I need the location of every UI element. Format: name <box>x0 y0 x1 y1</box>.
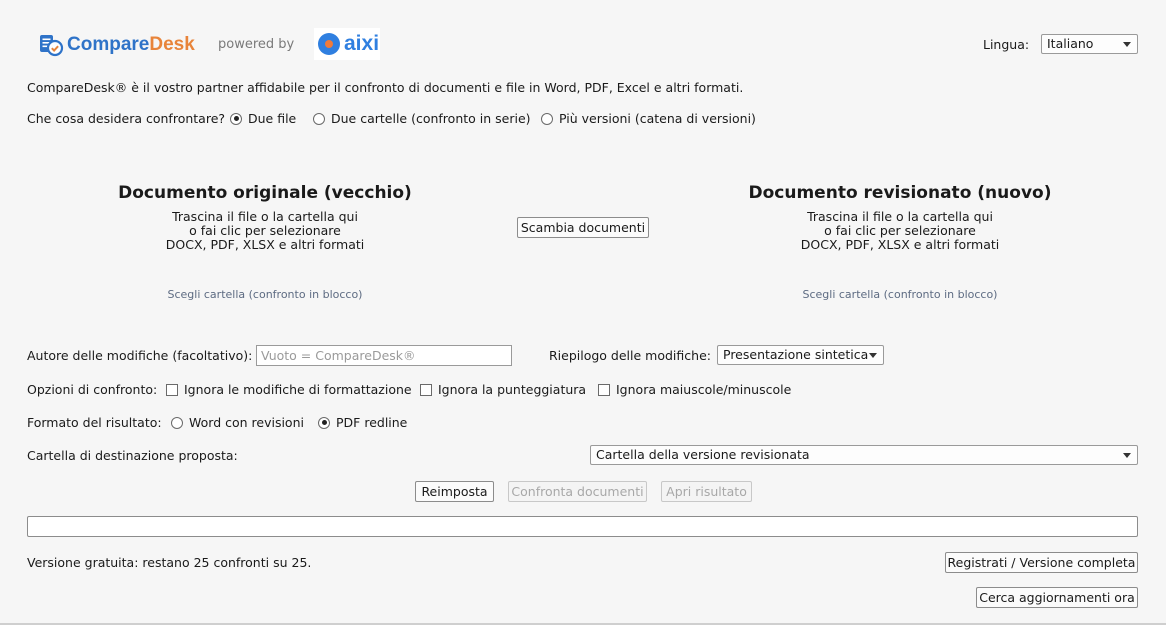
language-select[interactable]: Italiano <box>1041 34 1138 54</box>
destination-select[interactable]: Cartella della versione revisionata <box>590 445 1138 465</box>
compare-options-label: Opzioni di confronto: <box>27 382 158 397</box>
chevron-down-icon <box>1123 453 1131 458</box>
comparedesk-logo-icon <box>40 35 64 57</box>
radio-unselected-icon <box>171 416 183 429</box>
partner-logo: aixi <box>314 28 380 60</box>
radio-selected-icon <box>230 112 242 125</box>
radio-selected-icon <box>318 416 330 429</box>
original-document-title: Documento originale (vecchio) <box>118 183 412 203</box>
progress-bar <box>27 516 1138 537</box>
destination-label: Cartella di destinazione proposta: <box>27 448 238 463</box>
radio-unselected-icon <box>541 112 553 125</box>
radio-unselected-icon <box>313 112 325 125</box>
aixi-logo-icon <box>318 33 340 55</box>
radio-two-files[interactable]: Due file <box>230 111 296 126</box>
summary-select[interactable]: Presentazione sintetica <box>717 345 884 365</box>
radio-two-folders[interactable]: Due cartelle (confronto in serie) <box>313 111 531 126</box>
radio-multi-versions[interactable]: Più versioni (catena di versioni) <box>541 111 756 126</box>
checkbox-unchecked-icon <box>598 383 610 396</box>
register-button[interactable]: Registrati / Versione completa <box>945 552 1138 573</box>
result-format-label: Formato del risultato: <box>27 415 162 430</box>
radio-word-revisions[interactable]: Word con revisioni <box>171 415 304 430</box>
partner-logo-text: aixi <box>344 32 380 55</box>
summary-label: Riepilogo delle modifiche: <box>549 348 711 363</box>
license-status: Versione gratuita: restano 25 confronti … <box>27 555 312 570</box>
open-result-button[interactable]: Apri risultato <box>661 481 752 502</box>
checkbox-unchecked-icon <box>166 383 178 396</box>
revised-document-title: Documento revisionato (nuovo) <box>748 183 1052 203</box>
language-label: Lingua: <box>983 37 1030 52</box>
ignore-punctuation-checkbox[interactable]: Ignora la punteggiatura <box>420 382 586 397</box>
checkbox-unchecked-icon <box>420 383 432 396</box>
author-input[interactable]: Vuoto = CompareDesk® <box>256 345 512 366</box>
brand-name: CompareDesk <box>67 34 195 55</box>
compare-mode-label: Che cosa desidera confrontare? <box>27 111 226 126</box>
chevron-down-icon <box>869 353 877 358</box>
check-updates-button[interactable]: Cerca aggiornamenti ora <box>976 587 1138 608</box>
compare-documents-button[interactable]: Confronta documenti <box>508 481 647 502</box>
revised-document-hint: Trascina il file o la cartella qui o fai… <box>800 209 1000 252</box>
radio-pdf-redline[interactable]: PDF redline <box>318 415 407 430</box>
chevron-down-icon <box>1123 42 1131 47</box>
intro-text: CompareDesk® è il vostro partner affidab… <box>27 80 744 95</box>
ignore-formatting-checkbox[interactable]: Ignora le modifiche di formattazione <box>166 382 412 397</box>
app-logo: CompareDesk <box>38 30 195 60</box>
original-choose-folder-link[interactable]: Scegli cartella (confronto in blocco) <box>115 288 415 301</box>
revised-choose-folder-link[interactable]: Scegli cartella (confronto in blocco) <box>750 288 1050 301</box>
powered-by-label: powered by <box>218 37 295 52</box>
ignore-case-checkbox[interactable]: Ignora maiuscole/minuscole <box>598 382 791 397</box>
reset-button[interactable]: Reimposta <box>415 481 494 502</box>
original-document-hint: Trascina il file o la cartella qui o fai… <box>165 209 365 252</box>
author-label: Autore delle modifiche (facoltativo): <box>27 348 253 363</box>
swap-documents-button[interactable]: Scambia documenti <box>517 217 649 238</box>
